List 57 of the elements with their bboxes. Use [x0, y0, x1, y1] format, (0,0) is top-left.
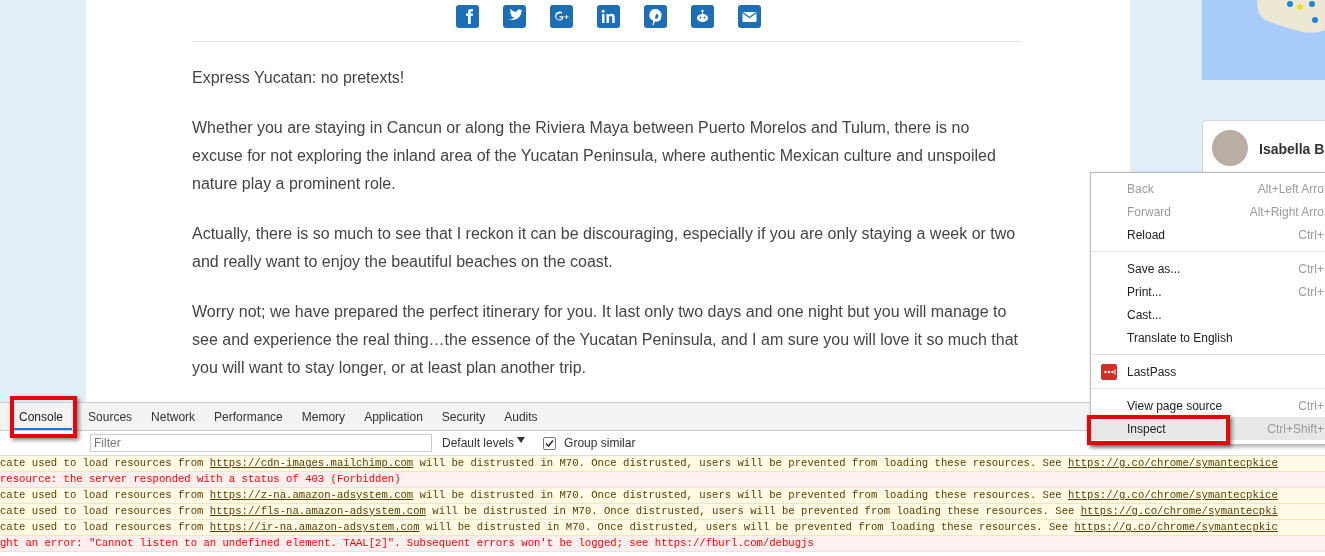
- article-paragraph: Whether you are staying in Cancun or along the Riviera Maya between Puerto Morelos and Tulum, there is no excuse for not exploring the inland area of the Yucatan Peninsula, where authentic Mexican culture and unspoiled nature play a prominent role.: [192, 118, 997, 194]
- devtools-tab[interactable]: Console: [10, 403, 73, 430]
- facebook-icon[interactable]: [455, 5, 479, 28]
- error-message: resource: the server responded with a status of 403 (Forbidden): [0, 473, 401, 485]
- url-link[interactable]: https://g.co/chrome/symantecpkice: [1068, 489, 1278, 501]
- article-paragraph: Express Yucatan: no pretexts!: [192, 68, 406, 88]
- menu-item[interactable]: LastPass: [1091, 360, 1325, 383]
- shortcut-label: Ctrl+: [1298, 227, 1324, 242]
- article-paragraph: Actually, there is so much to see that I reckon it can be discouraging, especially if you are only staying a week or two and really want to enjoy the beautiful beaches on the coast.: [192, 224, 1017, 272]
- shortcut-label: Alt+Left Arro: [1257, 181, 1324, 196]
- google-plus-icon[interactable]: [549, 5, 573, 28]
- highlight-frame: [10, 396, 77, 438]
- devtools-tab[interactable]: Memory: [292, 403, 355, 430]
- devtools-tab[interactable]: Application: [355, 403, 432, 430]
- warning-message: cate used to load resources from https://fls-na.amazon-adsystem.com will be distrusted in M70. Once distrusted, users will be prevented from loading these resources. See https://g.co/chrome/symantecpki: [0, 505, 1278, 517]
- menu-item[interactable]: Translate to English: [1091, 326, 1325, 349]
- pinterest-icon[interactable]: [643, 5, 667, 28]
- email-icon[interactable]: [737, 5, 761, 28]
- menu-item[interactable]: Save as... Ctrl+: [1091, 257, 1325, 280]
- shortcut-label: Ctrl+: [1298, 284, 1324, 299]
- shortcut-label: Ctrl+Shift+: [1267, 421, 1324, 436]
- menu-item[interactable]: Reload Ctrl+: [1091, 223, 1325, 246]
- checkbox-label: Group similar: [564, 436, 636, 450]
- warning-message: cate used to load resources from https://z-na.amazon-adsystem.com will be distrusted in M70. Once distrusted, users will be prevented from loading these resources. See https://g.co/chrome/symantecpkice: [0, 489, 1278, 501]
- menu-item[interactable]: Inspect Ctrl+Shift+: [1091, 417, 1325, 440]
- url-link[interactable]: https://g.co/chrome/symantecpkice: [1068, 457, 1278, 469]
- levels-dropdown[interactable]: Default levels: [442, 436, 526, 450]
- shortcut-label: Ctrl+: [1298, 261, 1324, 276]
- url-link[interactable]: https://g.co/chrome/symantecpki: [1080, 505, 1278, 517]
- warning-message: cate used to load resources from https://cdn-images.mailchimp.com will be distrusted in M70. Once distrusted, users will be prevented from loading these resources. See https://g.co/chrome/symantecpkice: [0, 457, 1278, 469]
- url-link[interactable]: https://cdn-images.mailchimp.com: [209, 457, 414, 469]
- warning-message: cate used to load resources from https://ir-na.amazon-adsystem.com will be distrusted in M70. Once distrusted, users will be prevented from loading these resources. See https://g.co/chrome/symantecpkic: [0, 521, 1278, 533]
- shortcut-label: Alt+Right Arro: [1249, 204, 1324, 219]
- devtools-tab[interactable]: Security: [432, 403, 495, 430]
- error-message: ght an error: "Cannot listen to an undefined element. TAAL[2]". Subsequent errors won't be logged; see https://fburl.com/debugjs: [0, 537, 814, 549]
- caret-icon: [517, 436, 526, 444]
- devtools-tab[interactable]: Performance: [205, 403, 292, 430]
- menu-item[interactable]: Print... Ctrl+: [1091, 280, 1325, 303]
- menu-item[interactable]: Cast...: [1091, 303, 1325, 326]
- url-link[interactable]: https://ir-na.amazon-adsystem.com: [209, 521, 420, 533]
- url-link[interactable]: https://g.co/chrome/symantecpkic: [1074, 521, 1278, 533]
- devtools-tab[interactable]: Network: [142, 403, 205, 430]
- devtools-tab[interactable]: Sources: [79, 403, 142, 430]
- twitter-icon[interactable]: [502, 5, 526, 28]
- devtools-tab[interactable]: Audits: [495, 403, 547, 430]
- avatar: [1212, 130, 1248, 166]
- extension-icon: [1101, 364, 1117, 380]
- linkedin-icon[interactable]: [596, 5, 620, 28]
- filter-field[interactable]: Filter: [90, 434, 432, 452]
- url-link[interactable]: https://z-na.amazon-adsystem.com: [209, 489, 414, 501]
- article-paragraph: Worry not; we have prepared the perfect itinerary for you. It last only two days and one night but you will manage to see and experience the real thing…the essence of the Yucatan Peninsula, and I am sure you will love it so much that you will want to stay longer, or at least plan another trip.: [192, 302, 1019, 378]
- shortcut-label: Ctrl+: [1298, 398, 1324, 413]
- url-link[interactable]: https://fls-na.amazon-adsystem.com: [209, 505, 426, 517]
- profile-name: Isabella B: [1259, 141, 1325, 157]
- reddit-icon[interactable]: [690, 5, 714, 28]
- menu-item[interactable]: View page source Ctrl+: [1091, 394, 1325, 417]
- checkbox[interactable]: [543, 436, 557, 450]
